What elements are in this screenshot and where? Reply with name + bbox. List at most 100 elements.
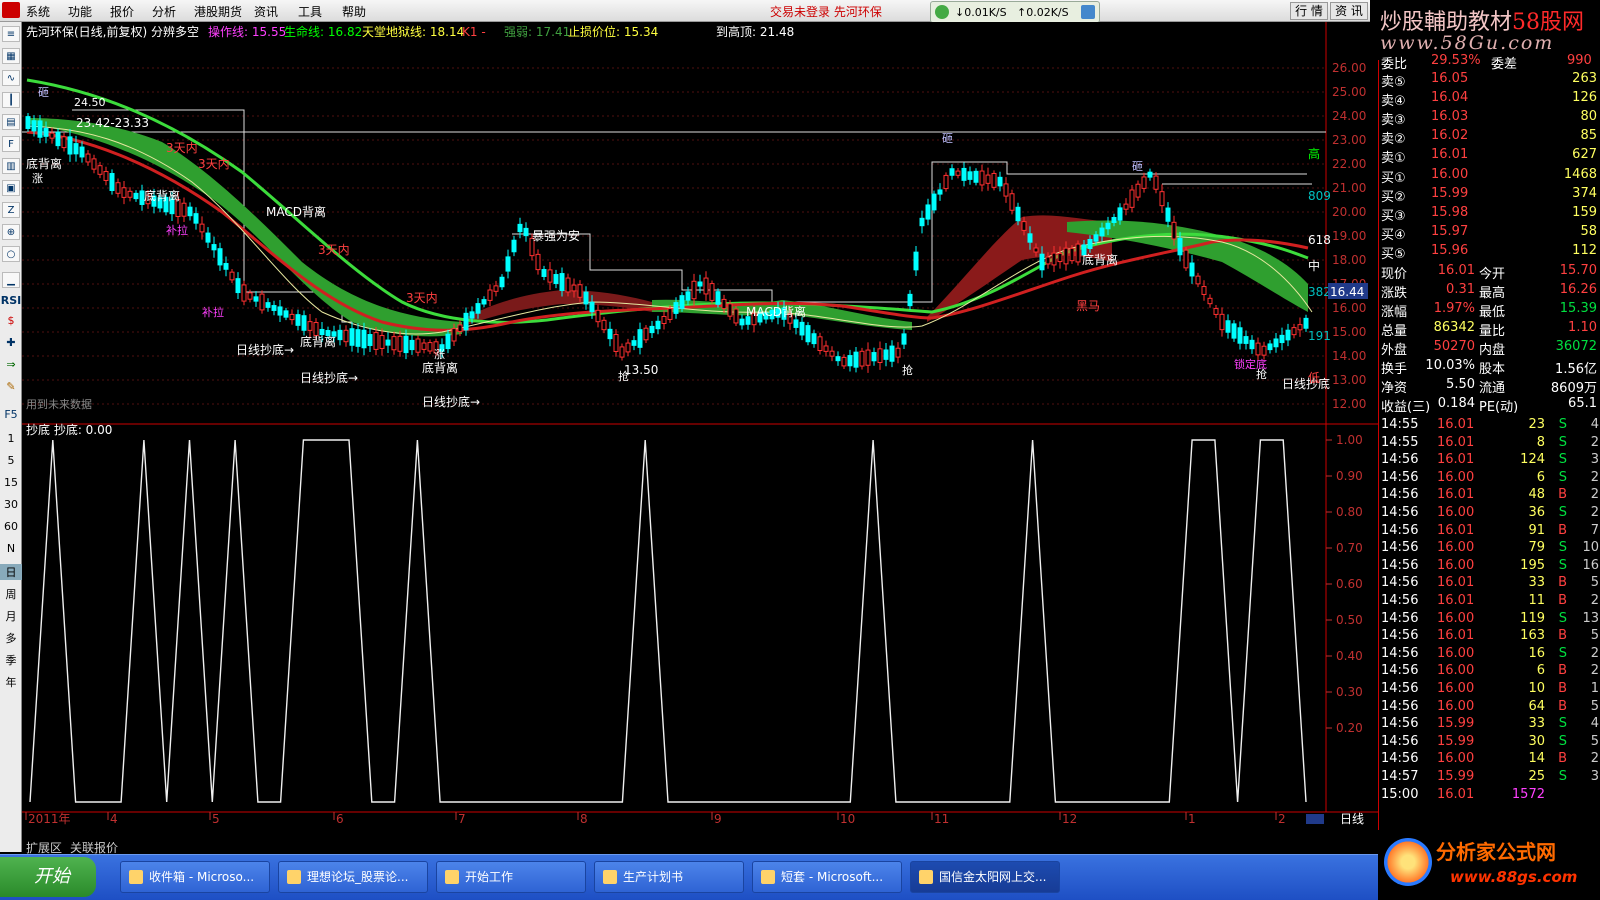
tick-time: 14:56 (1381, 716, 1419, 732)
tab-info[interactable]: 资 讯 (1330, 2, 1368, 20)
candle-body (1009, 193, 1015, 211)
tick-volume: 33 (1528, 716, 1545, 732)
stat-label: 今开 (1479, 267, 1506, 282)
period-day[interactable]: 日 (0, 564, 22, 580)
search-icon[interactable]: ○ (2, 246, 20, 262)
list-icon[interactable]: ≡ (2, 26, 20, 42)
task-forum[interactable]: 理想论坛_股票论... (278, 861, 428, 893)
wash-label-2: 补拉 (202, 305, 224, 319)
doc-icon (603, 870, 617, 884)
bottom-signal-line (29, 439, 1307, 803)
day-bottom-label-1[interactable]: 日线抄底→ (236, 342, 294, 357)
start-button[interactable]: 开始 (0, 857, 96, 897)
period-month[interactable]: 月 (0, 608, 22, 624)
tick-side: B (1558, 593, 1567, 608)
period-multi[interactable]: 多 (0, 630, 22, 646)
period-quarter[interactable]: 季 (0, 652, 22, 668)
period-60[interactable]: 60 (0, 520, 22, 533)
chart-icon[interactable]: ▥ (2, 158, 20, 174)
life-line-value: 生命线: 16.82 (284, 24, 362, 39)
table-icon[interactable]: ▤ (2, 114, 20, 130)
tick-count: 5 (1590, 698, 1599, 714)
stop-loss-value: 止损价位: 15.34 (568, 24, 658, 39)
menu-function[interactable]: 功能 (68, 3, 92, 20)
tab-market[interactable]: 行 情 (1290, 2, 1328, 20)
menu-quote[interactable]: 报价 (110, 3, 134, 20)
candle-body (901, 333, 907, 345)
tick-side: B (1558, 575, 1567, 591)
f5-button[interactable]: F5 (0, 408, 22, 421)
period-year[interactable]: 年 (0, 674, 22, 690)
candle-body (1219, 313, 1225, 331)
pen-icon[interactable]: ✎ (0, 380, 22, 393)
day-bottom-label-2[interactable]: 日线抄底→ (300, 370, 358, 385)
tick-side: B (1558, 628, 1567, 644)
scroll-end-button[interactable] (1306, 814, 1324, 824)
bar-icon[interactable]: ▁ (2, 272, 20, 288)
rsi-button[interactable]: RSI (0, 294, 22, 307)
task-plan[interactable]: 生产计划书 (594, 861, 744, 893)
candle-body (427, 342, 433, 352)
kline-chart[interactable]: 先河环保(日线,前复权) 分辨多空 操作线: 15.55 生命线: 16.82 … (22, 22, 1378, 840)
stat-label: 流通 (1479, 381, 1506, 396)
candle-body (481, 299, 487, 305)
candle-body (271, 305, 277, 311)
bottom-div-label-4: 底背离 (422, 360, 458, 375)
day-bottom-label-3[interactable]: 日线抄底→ (422, 394, 480, 409)
candle-body (421, 342, 427, 350)
task-work[interactable]: 开始工作 (436, 861, 586, 893)
grid-icon[interactable]: ▦ (2, 48, 20, 64)
menu-system[interactable]: 系统 (26, 3, 50, 20)
kline-chart-area[interactable]: 先河环保(日线,前复权) 分辨多空 操作线: 15.55 生命线: 16.82 … (22, 22, 1378, 840)
period-15[interactable]: 15 (0, 476, 22, 489)
candle-body (319, 328, 325, 336)
candle-body (385, 339, 391, 346)
task-inbox[interactable]: 收件箱 - Microso... (120, 861, 270, 893)
tick-price: 16.01 (1437, 593, 1475, 608)
task-trading[interactable]: 国信金太阳网上交... (910, 861, 1060, 893)
menu-analysis[interactable]: 分析 (152, 3, 176, 20)
candle-body (1135, 183, 1141, 198)
tick-side: S (1558, 469, 1567, 485)
task-short[interactable]: 短套 - Microsoft... (752, 861, 902, 893)
candle-body (475, 303, 481, 314)
bid-price: 15.96 (1431, 243, 1469, 258)
period-30[interactable]: 30 (0, 498, 22, 511)
period-5[interactable]: 5 (0, 454, 22, 467)
candle-body (895, 347, 901, 358)
fiz-icon[interactable]: Z (2, 202, 20, 218)
dollar-icon[interactable]: $ (0, 314, 22, 327)
line-icon[interactable]: ∿ (2, 70, 20, 86)
menu-help[interactable]: 帮助 (342, 3, 366, 20)
tick-price: 15.99 (1437, 733, 1475, 749)
network-icon (935, 5, 949, 19)
timeframe-label[interactable]: 日线 (1340, 812, 1364, 826)
refresh-icon[interactable] (1081, 5, 1095, 19)
candle-body (997, 176, 1003, 187)
month-label: 2 (1278, 812, 1286, 826)
tick-count: 10 (1582, 540, 1599, 556)
zoom-icon[interactable]: ⊕ (2, 224, 20, 240)
kline-icon[interactable]: ┃ (2, 92, 20, 108)
period-n[interactable]: N (0, 542, 22, 555)
candle-body (1285, 329, 1291, 341)
menu-tools[interactable]: 工具 (298, 3, 322, 20)
period-1[interactable]: 1 (0, 432, 22, 445)
within3-label-2: 3天内 (198, 157, 230, 171)
menu-news[interactable]: 资讯 (254, 3, 278, 20)
fio-icon[interactable]: F (2, 136, 20, 152)
candle-body (979, 170, 985, 186)
doc-icon[interactable]: ▣ (2, 180, 20, 196)
tick-side: S (1558, 610, 1567, 626)
candle-body (1243, 336, 1249, 344)
tick-count: 13 (1582, 610, 1599, 626)
export-icon[interactable]: ⇒ (0, 358, 22, 371)
candle-body (841, 356, 847, 367)
period-week[interactable]: 周 (0, 586, 22, 602)
candle-body (643, 327, 649, 341)
app-logo (2, 2, 20, 18)
menu-hk-futures[interactable]: 港股期货 (194, 3, 242, 20)
candle-body (1033, 247, 1039, 253)
move-icon[interactable]: ✚ (0, 336, 22, 349)
day-bottom-label-4[interactable]: 日线抄底 (1282, 376, 1330, 391)
